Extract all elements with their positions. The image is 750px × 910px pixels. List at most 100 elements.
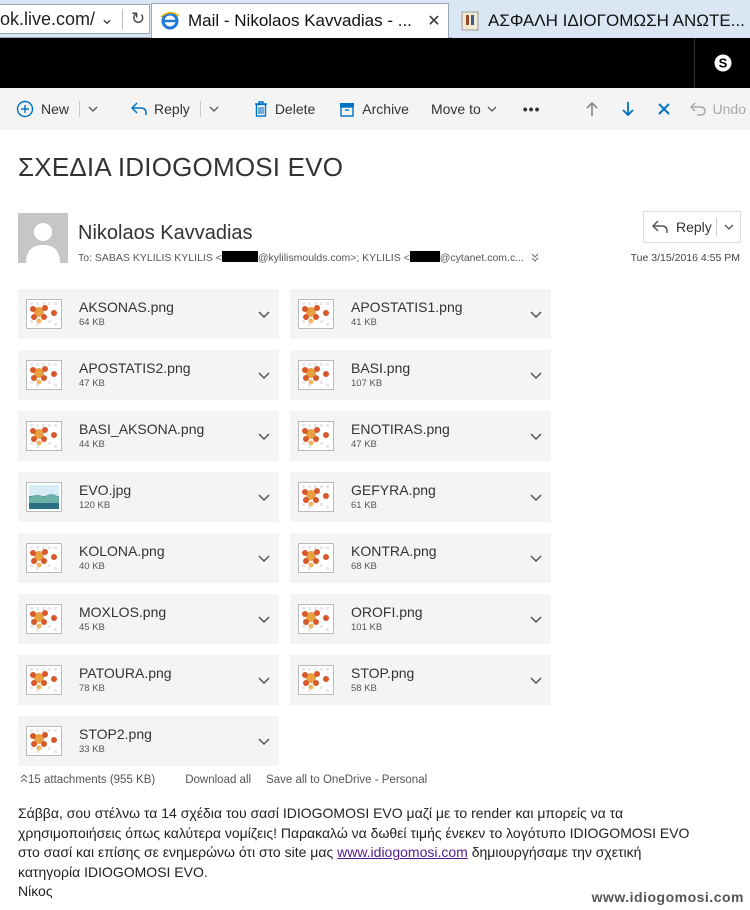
chevron-down-icon: [530, 493, 542, 501]
attachment-tile[interactable]: STOP.png 58 KB: [290, 655, 551, 705]
attachment-meta: APOSTATIS2.png 47 KB: [79, 360, 249, 391]
attachment-options-button[interactable]: [521, 493, 551, 501]
attachment-tile[interactable]: GEFYRA.png 61 KB: [290, 472, 551, 522]
arrow-down-icon: [621, 102, 634, 117]
image-file-icon: [298, 360, 334, 390]
chevron-down-icon: [258, 554, 270, 562]
attachment-name: KOLONA.png: [79, 542, 165, 559]
attachment-options-button[interactable]: [521, 432, 551, 440]
sender-name[interactable]: Nikolaos Kavvadias: [78, 222, 253, 245]
attachment-name: GEFYRA.png: [351, 481, 436, 498]
chevron-down-icon: [724, 224, 733, 230]
image-file-icon: [26, 665, 62, 695]
attachment-meta: OROFI.png 101 KB: [351, 604, 521, 635]
message-date: Tue 3/15/2016 4:55 PM: [630, 252, 740, 264]
reply-options-dropdown[interactable]: [716, 218, 740, 236]
attachment-tile[interactable]: KONTRA.png 68 KB: [290, 533, 551, 583]
move-to-button[interactable]: Move to: [423, 88, 505, 130]
trash-icon: [254, 101, 267, 117]
attachment-size: 45 KB: [79, 621, 105, 633]
attachment-options-button[interactable]: [521, 310, 551, 318]
message-reply-button[interactable]: Reply: [643, 211, 741, 243]
close-reading-button[interactable]: [646, 88, 682, 130]
attachment-tile[interactable]: KOLONA.png 40 KB: [18, 533, 279, 583]
image-file-icon: [26, 726, 62, 756]
address-url[interactable]: ok.live.com/: [0, 9, 96, 30]
attachment-meta: KONTRA.png 68 KB: [351, 543, 521, 574]
attachment-thumbnail: [298, 360, 334, 390]
attachment-meta: KOLONA.png 40 KB: [79, 543, 249, 574]
image-file-icon: [298, 299, 334, 329]
plus-circle-icon: [16, 100, 34, 118]
body-text: δημιουργήσαμε την σχετική: [471, 844, 642, 860]
new-button[interactable]: New: [0, 88, 113, 130]
new-dropdown[interactable]: [79, 101, 105, 117]
tab-secondary[interactable]: ΑΣΦΑΛΗ ΙΔΙΟΓΟΜΩΣΗ ΑΝΩΤΕ...: [452, 3, 750, 38]
attachment-name: APOSTATIS1.png: [351, 298, 463, 315]
attachment-tile[interactable]: EVO.jpg 120 KB: [18, 472, 279, 522]
reply-dropdown[interactable]: [199, 101, 226, 117]
attachment-tile[interactable]: BASI.png 107 KB: [290, 350, 551, 400]
attachment-options-button[interactable]: [249, 493, 279, 501]
refresh-icon[interactable]: ↻: [127, 9, 149, 29]
attachment-options-button[interactable]: [521, 371, 551, 379]
attachment-size: 47 KB: [351, 438, 377, 450]
attachments-footer: 15 attachments (955 KB) Download all Sav…: [20, 774, 442, 786]
to-prefix: To: SABAS KYLILIS KYLILIS <: [78, 252, 222, 264]
previous-message-button[interactable]: [574, 88, 610, 130]
address-bar[interactable]: ok.live.com/ ⌄ ↻: [0, 4, 150, 34]
attachment-options-button[interactable]: [249, 615, 279, 623]
reply-button[interactable]: Reply: [123, 88, 234, 130]
delete-button[interactable]: Delete: [246, 88, 323, 130]
attachment-options-button[interactable]: [521, 554, 551, 562]
redacted-block: [409, 251, 440, 262]
skype-button[interactable]: S: [694, 38, 750, 88]
collapse-attachments-link[interactable]: 15 attachments (955 KB): [20, 774, 170, 786]
arrow-up-icon: [585, 101, 598, 116]
attachment-options-button[interactable]: [249, 432, 279, 440]
attachment-options-button[interactable]: [249, 310, 279, 318]
tab-mail[interactable]: Mail - Nikolaos Kavvadias - ... ✕: [151, 3, 449, 38]
avatar: [18, 213, 68, 263]
attachment-options-button[interactable]: [521, 615, 551, 623]
attachment-name: STOP.png: [351, 664, 415, 681]
more-button[interactable]: •••: [515, 88, 549, 130]
move-label: Move to: [430, 101, 481, 117]
attachment-tile[interactable]: STOP2.png 33 KB: [18, 716, 279, 766]
reply-icon: [131, 102, 147, 115]
attachment-options-button[interactable]: [249, 676, 279, 684]
attachment-meta: MOXLOS.png 45 KB: [79, 604, 249, 635]
close-tab-icon[interactable]: ✕: [420, 11, 448, 31]
attachment-tile[interactable]: APOSTATIS1.png 41 KB: [290, 289, 551, 339]
attachment-options-button[interactable]: [249, 737, 279, 745]
app-header: S: [0, 38, 750, 88]
download-all-link[interactable]: Download all: [185, 774, 251, 786]
expand-recipients-icon[interactable]: [531, 253, 539, 262]
image-file-icon: [26, 299, 62, 329]
attachment-meta: GEFYRA.png 61 KB: [351, 482, 521, 513]
attachment-tile[interactable]: ENOTIRAS.png 47 KB: [290, 411, 551, 461]
attachment-tile[interactable]: PATOURA.png 78 KB: [18, 655, 279, 705]
watermark: www.idiogomosi.com: [591, 889, 744, 905]
save-onedrive-link[interactable]: Save all to OneDrive - Personal: [266, 774, 427, 786]
attachment-options-button[interactable]: [249, 371, 279, 379]
attachment-tile[interactable]: BASI_AKSONA.png 44 KB: [18, 411, 279, 461]
attachment-tile[interactable]: APOSTATIS2.png 47 KB: [18, 350, 279, 400]
attachment-tile[interactable]: AKSONAS.png 64 KB: [18, 289, 279, 339]
reply-main[interactable]: Reply: [644, 219, 716, 235]
attachment-size: 101 KB: [351, 621, 383, 633]
attachment-options-button[interactable]: [249, 554, 279, 562]
website-link[interactable]: www.idiogomosi.com: [337, 844, 468, 860]
archive-icon: [340, 102, 355, 117]
undo-button[interactable]: Undo: [682, 88, 750, 130]
attachment-tile[interactable]: MOXLOS.png 45 KB: [18, 594, 279, 644]
attachment-size: 41 KB: [351, 316, 377, 328]
dropdown-icon[interactable]: ⌄: [96, 9, 118, 29]
image-file-icon: [26, 360, 62, 390]
attachment-name: BASI.png: [351, 359, 411, 376]
attachment-tile[interactable]: OROFI.png 101 KB: [290, 594, 551, 644]
next-message-button[interactable]: [610, 88, 646, 130]
attachment-thumbnail: [26, 543, 62, 573]
archive-button[interactable]: Archive: [331, 88, 417, 130]
attachment-options-button[interactable]: [521, 676, 551, 684]
